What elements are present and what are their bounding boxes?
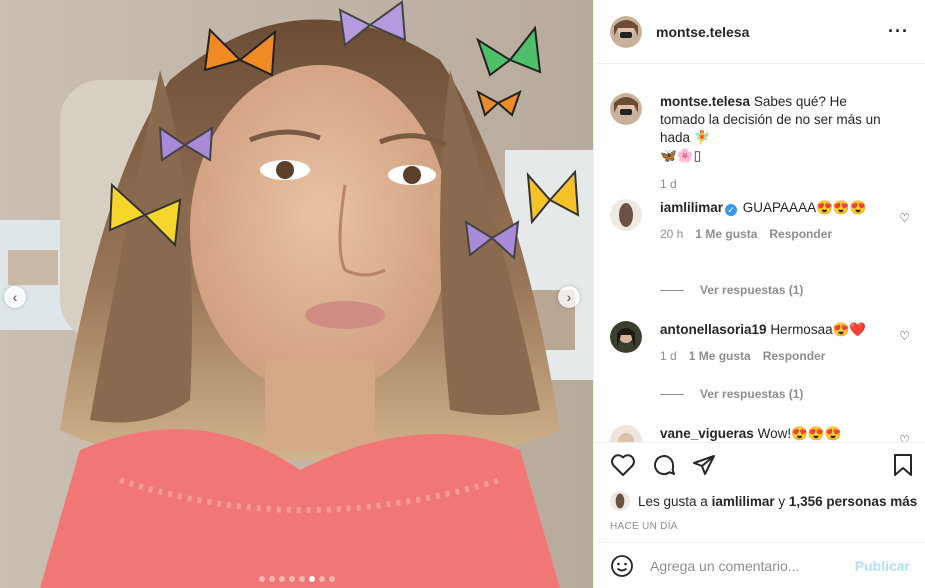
comment-row: vane_vigueras Wow!😍😍😍 ♡: [610, 425, 910, 442]
comment-username[interactable]: iamlilimar: [660, 200, 723, 215]
carousel-dot: [268, 576, 275, 582]
selfie-photo: [0, 0, 593, 588]
caption-time: 1 d: [660, 177, 677, 191]
comment-bubble-icon[interactable]: [652, 453, 676, 477]
comment-meta: 1 d 1 Me gusta Responder: [660, 349, 910, 363]
liker-avatar[interactable]: [610, 491, 630, 511]
carousel-dot: [298, 576, 305, 582]
replies-line: [660, 393, 684, 395]
post-media[interactable]: ‹ ›: [0, 0, 593, 588]
carousel-dot: [318, 576, 325, 582]
view-replies-button[interactable]: Ver respuestas (1): [660, 283, 803, 297]
post-timestamp[interactable]: HACE UN DÍA: [610, 521, 678, 532]
comment-body: Wow!😍😍😍: [757, 426, 842, 441]
liker-username[interactable]: iamlilimar: [712, 494, 775, 509]
comment-body: Hermosaa😍❤️: [770, 322, 867, 337]
likes-prefix: Les gusta a: [638, 493, 708, 509]
caption-username[interactable]: montse.telesa: [660, 94, 750, 109]
commenter-avatar[interactable]: [610, 199, 642, 231]
comment-row: antonellasoria19 Hermosaa😍❤️ ♡ 1 d 1 Me …: [610, 321, 910, 363]
add-comment-bar: Publicar: [594, 542, 925, 588]
likes-summary: Les gusta a iamlilimar y 1,356 personas …: [610, 491, 917, 511]
previous-photo-button[interactable]: ‹: [4, 286, 26, 308]
reply-button[interactable]: Responder: [763, 349, 826, 363]
carousel-indicator: [0, 576, 593, 582]
comment-time: 20 h: [660, 227, 684, 241]
caption-text: montse.telesa Sabes qué? He tomado la de…: [660, 93, 910, 165]
reply-button[interactable]: Responder: [769, 227, 832, 241]
carousel-dot: [328, 576, 335, 582]
caption-row: montse.telesa Sabes qué? He tomado la de…: [610, 93, 910, 191]
carousel-dot: [288, 576, 295, 582]
like-comment-heart-icon[interactable]: ♡: [899, 329, 910, 343]
share-paper-plane-icon[interactable]: [692, 453, 716, 477]
caption-avatar[interactable]: [610, 93, 642, 125]
comment-like-count[interactable]: 1 Me gusta: [695, 227, 757, 241]
carousel-dot: [258, 576, 265, 582]
caption-emojis: 🦋🌸▯: [660, 148, 702, 163]
smiley-icon[interactable]: [610, 554, 634, 578]
comment-username[interactable]: vane_vigueras: [660, 426, 754, 441]
like-heart-icon[interactable]: [610, 453, 636, 477]
comment-input[interactable]: [648, 556, 855, 575]
author-avatar[interactable]: [610, 15, 642, 48]
carousel-dot: [308, 576, 315, 582]
post-actions: Les gusta a iamlilimar y 1,356 personas …: [594, 442, 925, 543]
comments-list[interactable]: montse.telesa Sabes qué? He tomado la de…: [594, 65, 925, 442]
comment-meta: 20 h 1 Me gusta Responder: [660, 227, 910, 241]
comment-body: GUAPAAAA😍😍😍: [742, 200, 867, 215]
commenter-avatar[interactable]: [610, 425, 642, 442]
comment-text: iamlilimar ✓ GUAPAAAA😍😍😍: [660, 199, 910, 217]
comment-text: antonellasoria19 Hermosaa😍❤️: [660, 321, 910, 339]
chevron-left-icon: ‹: [12, 289, 18, 305]
view-replies-label: Ver respuestas (1): [700, 387, 804, 401]
chevron-right-icon: ›: [566, 289, 572, 305]
next-photo-button[interactable]: ›: [558, 286, 580, 308]
comment-text: vane_vigueras Wow!😍😍😍: [660, 425, 910, 442]
more-options-icon[interactable]: ···: [888, 21, 909, 42]
likes-joiner: y: [778, 493, 786, 509]
like-comment-heart-icon[interactable]: ♡: [899, 433, 910, 442]
bookmark-icon: [894, 454, 912, 476]
post-header: montse.telesa ···: [594, 0, 925, 64]
comment-username[interactable]: antonellasoria19: [660, 322, 767, 337]
caption-meta: 1 d: [660, 177, 910, 191]
verified-badge-icon: ✓: [725, 204, 738, 216]
comment-time: 1 d: [660, 349, 677, 363]
comment-row: iamlilimar ✓ GUAPAAAA😍😍😍 ♡ 20 h 1 Me gust…: [610, 199, 910, 241]
replies-line: [660, 289, 684, 291]
view-replies-label: Ver respuestas (1): [700, 283, 804, 297]
comment-like-count[interactable]: 1 Me gusta: [689, 349, 751, 363]
likes-others-count[interactable]: 1,356 personas más: [789, 494, 917, 509]
post-details-panel: montse.telesa ··· montse.telesa Sabes qu…: [593, 0, 925, 588]
carousel-dot: [278, 576, 285, 582]
action-icons: [610, 453, 716, 477]
publish-button[interactable]: Publicar: [855, 558, 910, 574]
like-comment-heart-icon[interactable]: ♡: [899, 211, 910, 225]
author-username[interactable]: montse.telesa: [656, 24, 749, 40]
commenter-avatar[interactable]: [610, 321, 642, 353]
view-replies-button[interactable]: Ver respuestas (1): [660, 387, 803, 401]
save-post-button[interactable]: [892, 453, 914, 477]
